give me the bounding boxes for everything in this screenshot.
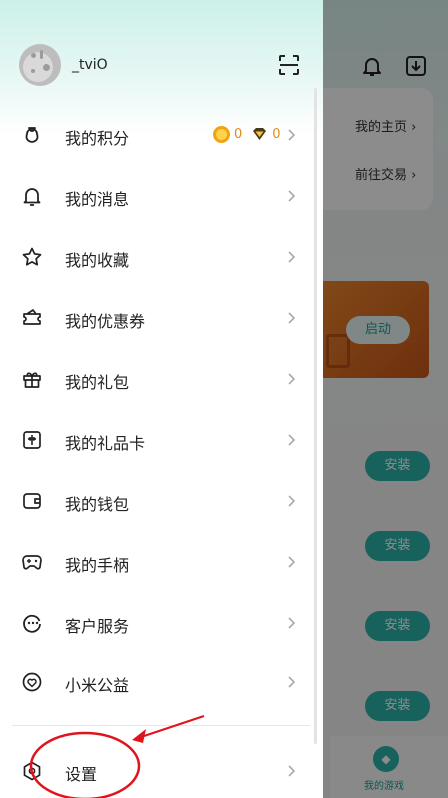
- username[interactable]: _tviO: [72, 57, 108, 73]
- menu-item-gamepad[interactable]: 我的手柄: [0, 534, 323, 590]
- menu-label: 我的钱包: [65, 495, 130, 514]
- diamond-icon: [253, 128, 267, 140]
- chevron-right-icon: [288, 676, 296, 688]
- menu-item-messages[interactable]: 我的消息: [0, 168, 323, 224]
- chevron-right-icon: [288, 556, 296, 568]
- chevron-right-icon: [288, 190, 296, 202]
- menu-label: 设置: [65, 765, 98, 784]
- bell-icon: [23, 188, 41, 206]
- points-summary: 0 0: [213, 126, 281, 143]
- chevron-right-icon: [288, 434, 296, 446]
- chevron-right-icon: [288, 373, 296, 385]
- menu-label: 我的消息: [65, 190, 130, 209]
- menu-item-giftcards[interactable]: 我的礼品卡: [0, 412, 323, 468]
- coupon-icon: [23, 309, 41, 325]
- heart-icon: [22, 672, 42, 692]
- side-drawer: _tviO 我的积分 0 0 我的消息 我的收藏 我的优惠券 我的礼包 我的礼品…: [0, 0, 323, 798]
- menu-label: 我的礼品卡: [65, 434, 146, 453]
- chevron-right-icon: [288, 312, 296, 324]
- menu-item-points[interactable]: 我的积分 0 0: [0, 107, 323, 163]
- menu-label: 我的收藏: [65, 251, 130, 270]
- menu-label: 客户服务: [65, 617, 130, 636]
- star-icon: [22, 247, 42, 266]
- menu-label: 小米公益: [65, 676, 130, 695]
- chevron-right-icon: [288, 617, 296, 629]
- menu-item-gifts[interactable]: 我的礼包: [0, 351, 323, 407]
- coin-count: 0: [234, 127, 243, 142]
- menu-label: 我的手柄: [65, 556, 130, 575]
- chevron-right-icon: [288, 251, 296, 263]
- menu-item-coupons[interactable]: 我的优惠券: [0, 290, 323, 346]
- wallet-icon: [23, 493, 41, 509]
- menu-label: 我的优惠券: [65, 312, 146, 331]
- gamepad-icon: [22, 555, 42, 570]
- menu-label: 我的礼包: [65, 373, 130, 392]
- menu-item-charity[interactable]: 小米公益: [0, 654, 323, 710]
- settings-icon: [23, 761, 41, 781]
- diamond-count: 0: [272, 127, 281, 142]
- money-bag-icon: [25, 127, 39, 143]
- giftcard-icon: [23, 431, 41, 449]
- drawer-scrollbar: [314, 88, 317, 744]
- chevron-right-icon: [288, 129, 296, 141]
- scan-icon[interactable]: [277, 53, 301, 77]
- menu-item-settings[interactable]: 设置: [0, 743, 323, 798]
- chevron-right-icon: [288, 765, 296, 777]
- menu-divider: [12, 725, 310, 726]
- menu-item-service[interactable]: 客户服务: [0, 595, 323, 651]
- chevron-right-icon: [288, 495, 296, 507]
- avatar[interactable]: [19, 44, 61, 86]
- menu-item-wallet[interactable]: 我的钱包: [0, 473, 323, 529]
- coin-icon: [213, 126, 230, 143]
- support-icon: [23, 614, 41, 633]
- menu-label: 我的积分: [65, 129, 130, 148]
- menu-item-favorites[interactable]: 我的收藏: [0, 229, 323, 285]
- gift-icon: [23, 372, 41, 388]
